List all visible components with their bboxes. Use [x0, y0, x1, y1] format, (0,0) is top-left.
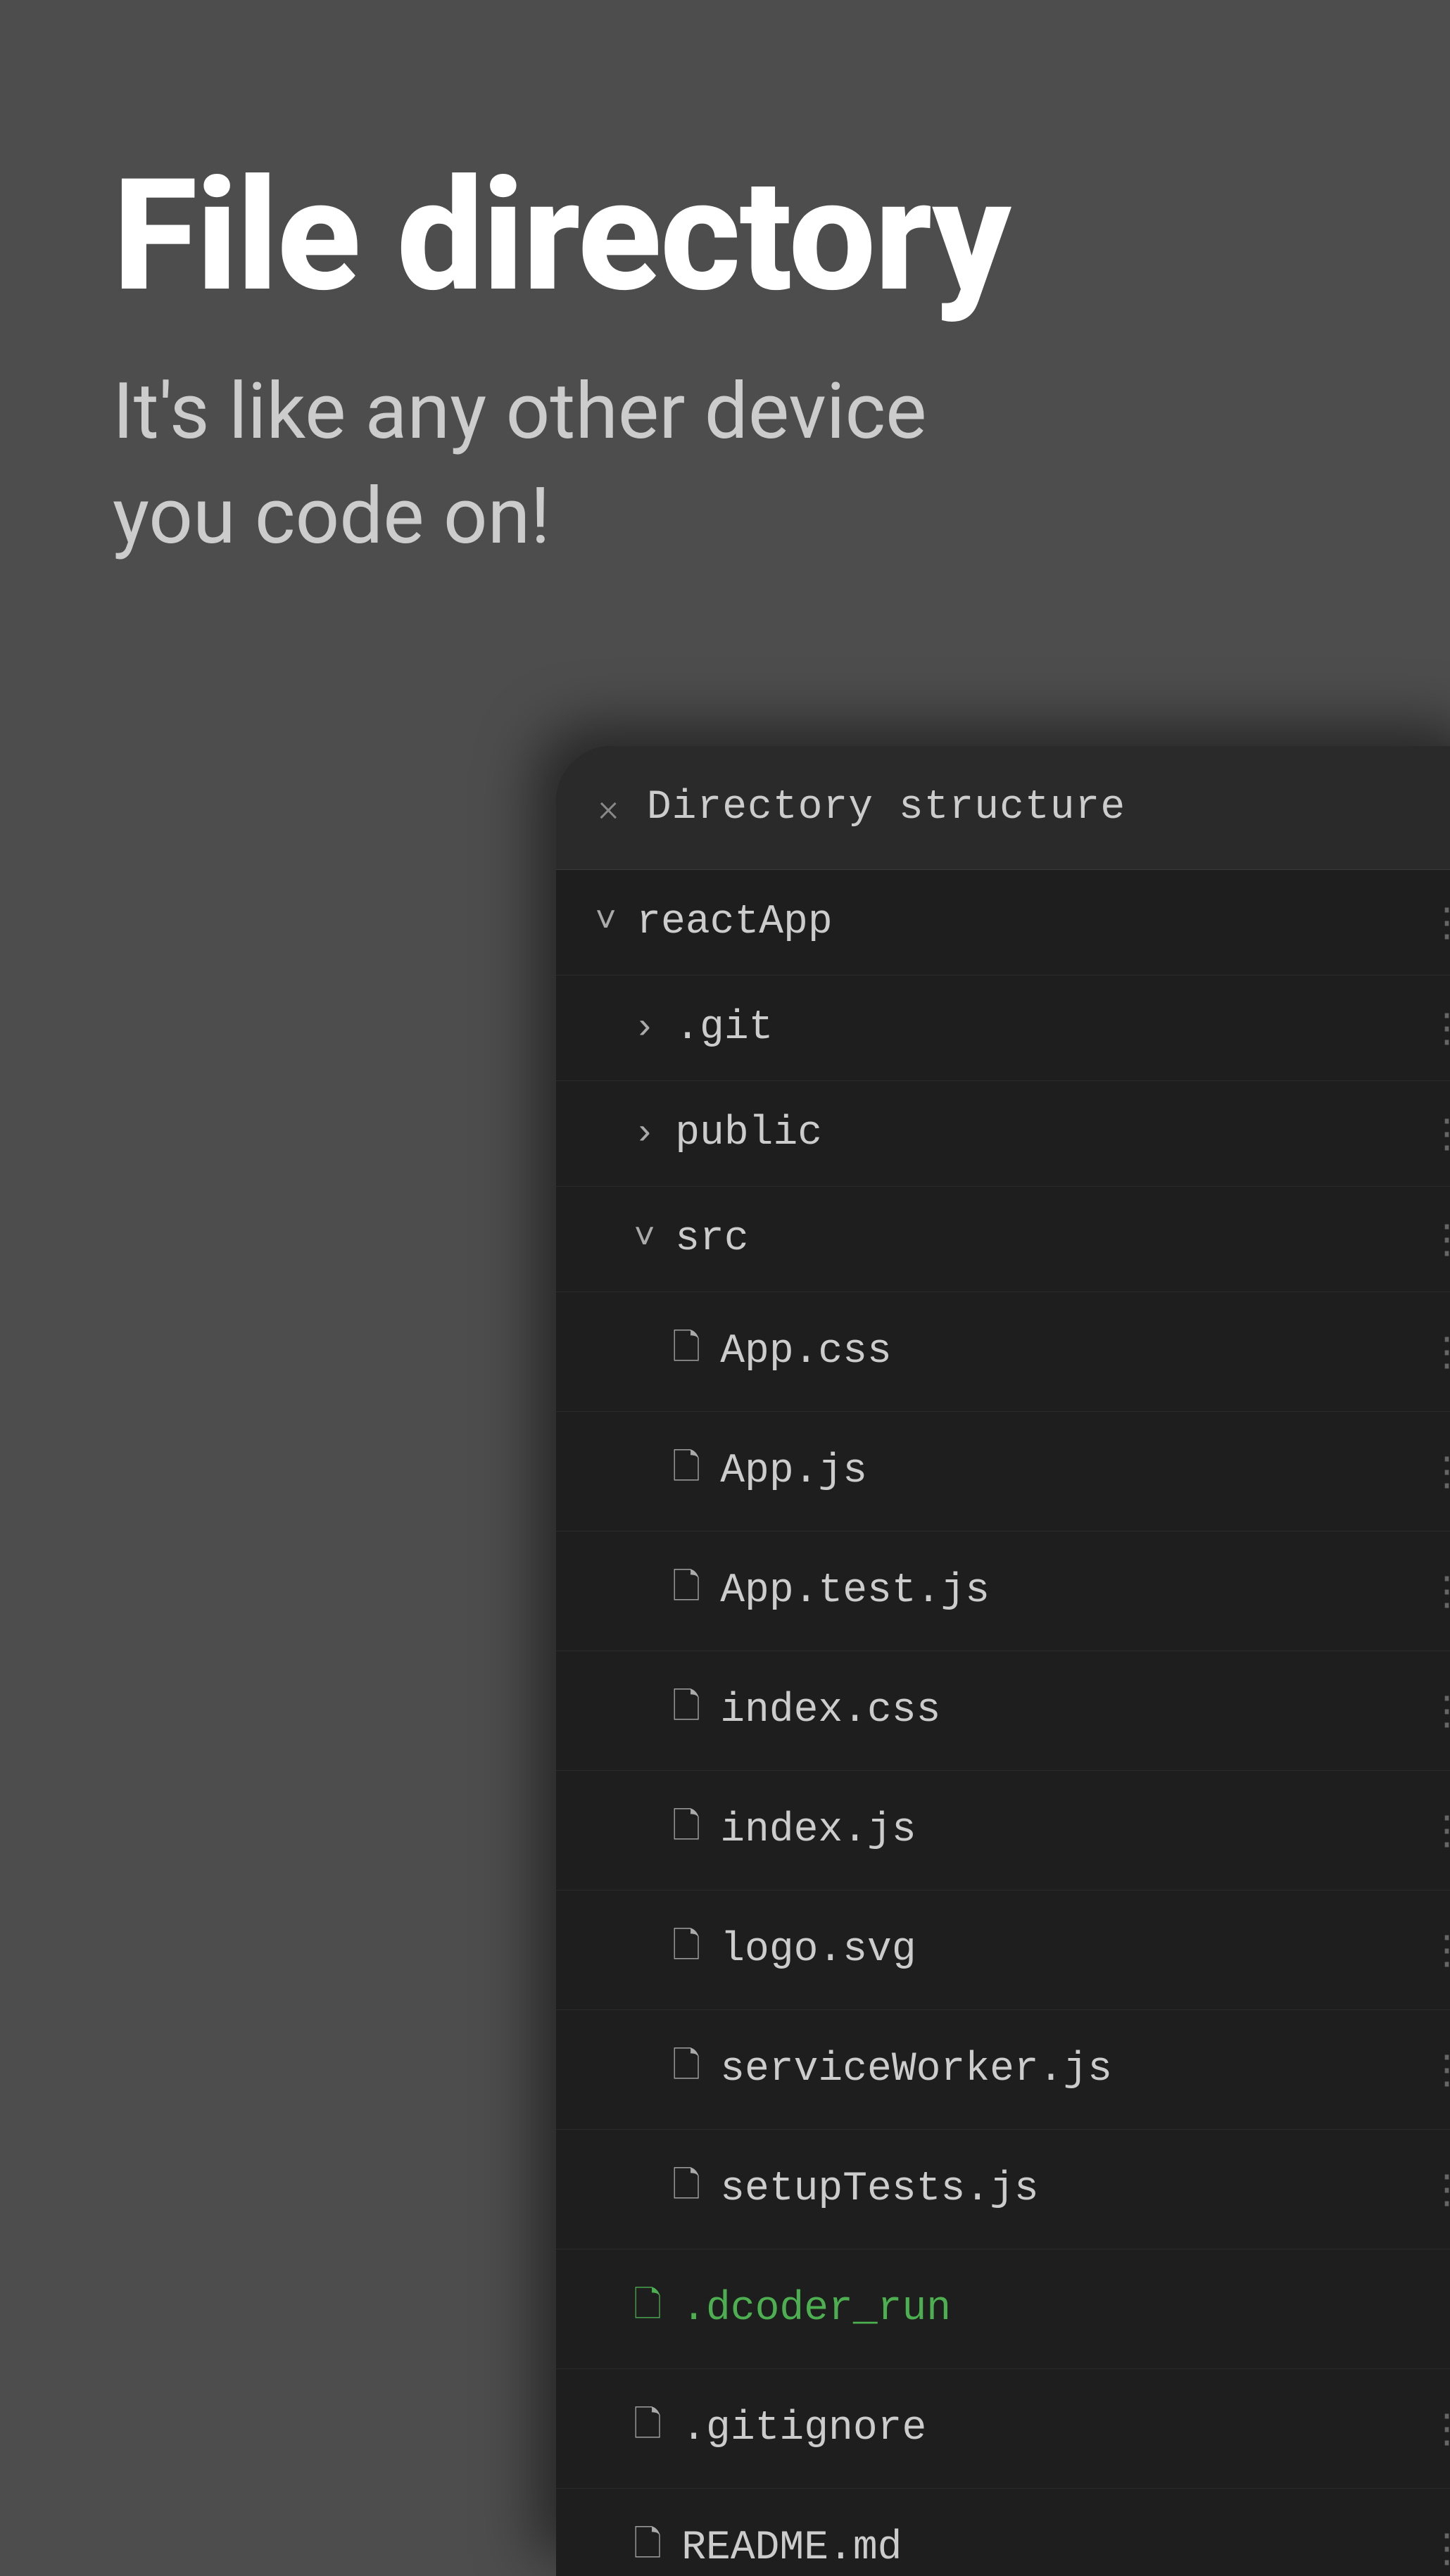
file-icon: 🗋	[672, 2159, 700, 2219]
file-item[interactable]: › .git ⋮	[556, 976, 1450, 1081]
more-vert-icon[interactable]: ⋮	[1427, 2047, 1450, 2092]
file-item[interactable]: ˅ src ⋮	[556, 1187, 1450, 1292]
file-name: .gitignore	[681, 2406, 926, 2451]
file-icon: 🗋	[633, 2399, 662, 2458]
main-title: File directory	[113, 155, 1337, 317]
file-item-left: › .git	[633, 1005, 773, 1051]
file-name: App.test.js	[720, 1568, 990, 1614]
file-item[interactable]: 🗋 .dcoder_run	[556, 2249, 1450, 2369]
more-vert-icon[interactable]: ⋮	[1427, 1688, 1450, 1734]
file-name: App.css	[720, 1329, 892, 1375]
file-item-left: ˅ src	[633, 1216, 749, 1262]
more-vert-icon[interactable]: ⋮	[1427, 2166, 1450, 2212]
file-item-left: 🗋 index.css	[672, 1681, 940, 1741]
file-item-left: 🗋 App.css	[672, 1322, 892, 1382]
file-item-left: 🗋 logo.svg	[672, 1920, 916, 1980]
file-icon: 🗋	[672, 1920, 700, 1980]
more-vert-icon[interactable]: ⋮	[1427, 1329, 1450, 1375]
file-item-left: 🗋 index.js	[672, 1800, 916, 1860]
file-name: reactApp	[636, 899, 832, 945]
file-item[interactable]: 🗋 setupTests.js ⋮	[556, 2130, 1450, 2249]
more-vert-icon[interactable]: ⋮	[1427, 899, 1450, 945]
file-name: public	[675, 1111, 822, 1156]
more-vert-icon[interactable]: ⋮	[1427, 1807, 1450, 1853]
hero-text-section: File directory It's like any other devic…	[0, 0, 1450, 569]
file-item[interactable]: 🗋 README.md ⋮	[556, 2489, 1450, 2576]
subtitle: It's like any other device you code on!	[113, 360, 1028, 569]
file-item-left: 🗋 serviceWorker.js	[672, 2040, 1112, 2100]
file-icon: 🗋	[633, 2518, 662, 2576]
more-vert-icon[interactable]: ⋮	[1427, 2406, 1450, 2451]
more-vert-icon[interactable]: ⋮	[1427, 1927, 1450, 1973]
file-item[interactable]: 🗋 .gitignore ⋮	[556, 2369, 1450, 2489]
file-item-left: ˅ reactApp	[595, 899, 833, 945]
file-item-left: 🗋 README.md	[633, 2518, 902, 2576]
file-name: .git	[675, 1005, 773, 1051]
more-vert-icon[interactable]: ⋮	[1427, 1568, 1450, 1614]
chevron-right-icon: ›	[633, 1113, 655, 1154]
panel-title: Directory structure	[647, 785, 1126, 831]
file-item[interactable]: 🗋 App.js ⋮	[556, 1412, 1450, 1532]
page-wrapper: File directory It's like any other devic…	[0, 0, 1450, 2576]
file-name: index.css	[720, 1688, 940, 1734]
file-icon: 🗋	[672, 2040, 700, 2100]
chevron-down-icon: ˅	[595, 902, 617, 943]
file-name: index.js	[720, 1807, 916, 1853]
file-name: serviceWorker.js	[720, 2047, 1112, 2092]
file-item[interactable]: 🗋 index.css ⋮	[556, 1651, 1450, 1771]
more-vert-icon[interactable]: ⋮	[1427, 1448, 1450, 1494]
more-vert-icon[interactable]: ⋮	[1427, 2525, 1450, 2571]
file-item[interactable]: 🗋 App.css ⋮	[556, 1292, 1450, 1412]
file-icon: 🗋	[672, 1441, 700, 1501]
file-list: ˅ reactApp ⋮ › .git ⋮ ›	[556, 870, 1450, 2576]
file-item-left: 🗋 .gitignore	[633, 2399, 926, 2458]
file-item[interactable]: › public ⋮	[556, 1081, 1450, 1187]
file-item[interactable]: 🗋 logo.svg ⋮	[556, 1890, 1450, 2010]
file-icon: 🗋	[672, 1322, 700, 1382]
file-item[interactable]: 🗋 index.js ⋮	[556, 1771, 1450, 1890]
chevron-right-icon: ›	[633, 1007, 655, 1049]
file-icon: 🗋	[672, 1561, 700, 1621]
file-item-left: 🗋 App.test.js	[672, 1561, 990, 1621]
file-name: setupTests.js	[720, 2166, 1038, 2212]
file-name: README.md	[681, 2525, 902, 2571]
more-vert-icon[interactable]: ⋮	[1427, 1216, 1450, 1262]
device-container: × Directory structure ˅ reactApp ⋮ ›	[556, 746, 1450, 2576]
more-vert-icon[interactable]: ⋮	[1427, 1005, 1450, 1051]
file-name: App.js	[720, 1448, 867, 1494]
close-button[interactable]: ×	[598, 785, 619, 831]
file-icon: 🗋	[672, 1681, 700, 1741]
file-item[interactable]: 🗋 serviceWorker.js ⋮	[556, 2010, 1450, 2130]
file-item[interactable]: 🗋 App.test.js ⋮	[556, 1532, 1450, 1651]
file-item[interactable]: ˅ reactApp ⋮	[556, 870, 1450, 976]
device-frame: × Directory structure ˅ reactApp ⋮ ›	[556, 746, 1450, 2576]
file-item-left: 🗋 App.js	[672, 1441, 867, 1501]
file-name: logo.svg	[720, 1927, 916, 1973]
chevron-down-icon: ˅	[633, 1218, 655, 1260]
file-name: .dcoder_run	[681, 2286, 951, 2332]
file-name: src	[675, 1216, 748, 1262]
file-icon: 🗋	[633, 2279, 662, 2339]
more-vert-icon[interactable]: ⋮	[1427, 1111, 1450, 1156]
panel-header: × Directory structure	[556, 746, 1450, 870]
file-item-left: 🗋 setupTests.js	[672, 2159, 1039, 2219]
file-item-left: › public	[633, 1111, 822, 1156]
file-icon: 🗋	[672, 1800, 700, 1860]
file-item-left: 🗋 .dcoder_run	[633, 2279, 951, 2339]
